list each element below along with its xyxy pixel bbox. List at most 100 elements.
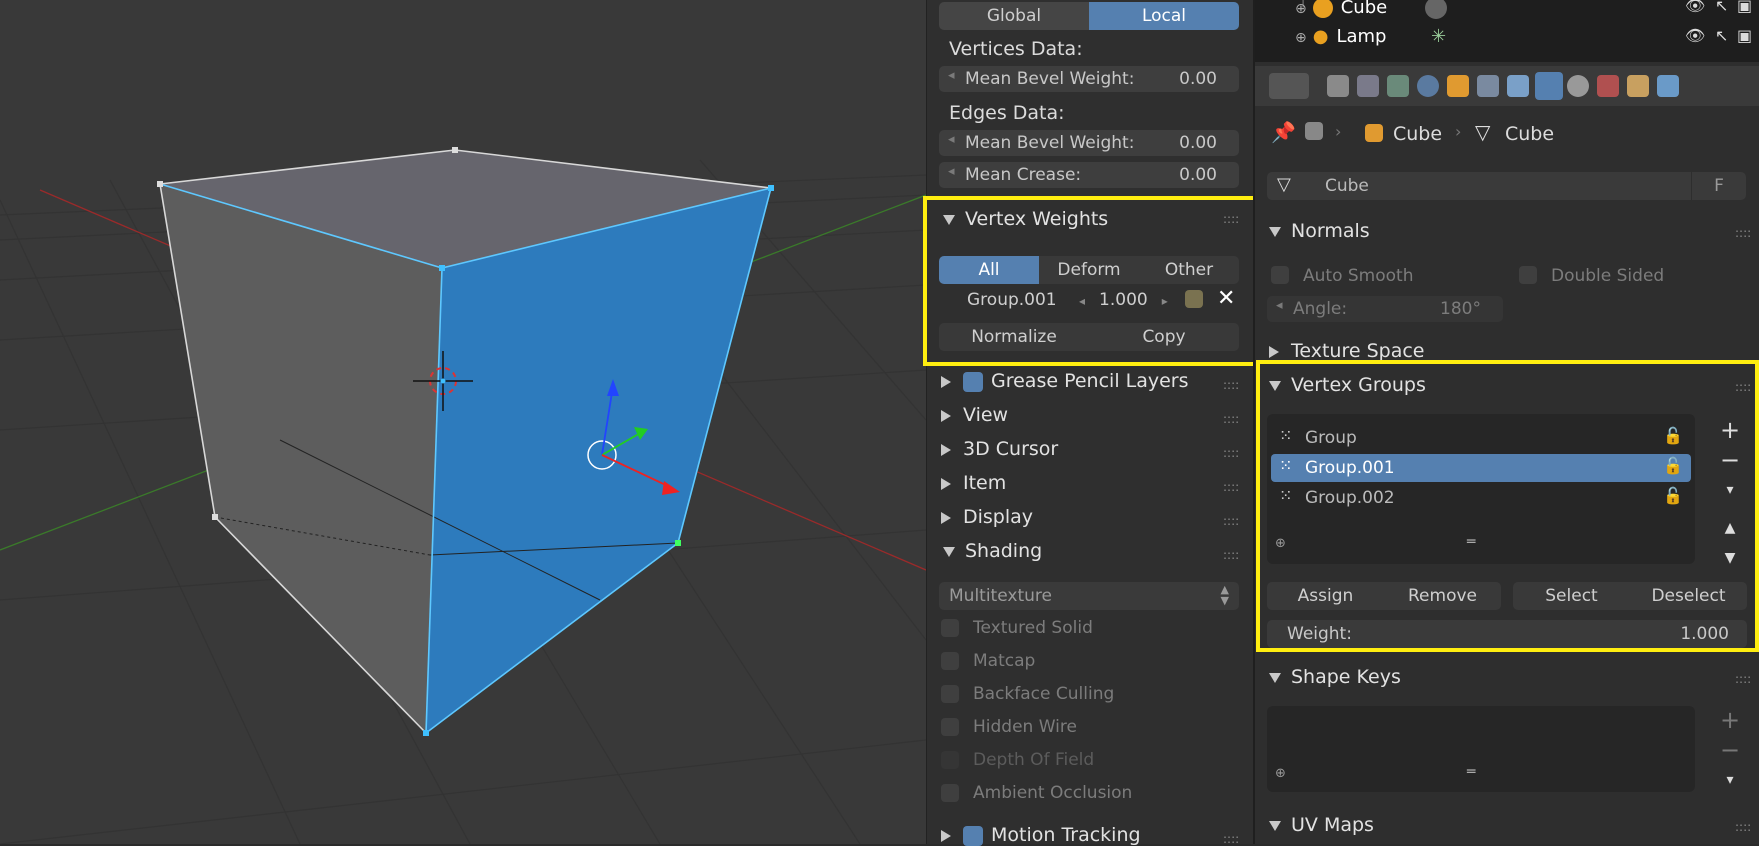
world-tab-icon[interactable] [1417,75,1439,97]
drag-handle-icon[interactable]: :::: [1735,820,1751,834]
outliner-item-label: Cube [1340,0,1388,18]
panel-title: Shape Keys [1291,666,1401,688]
double-sided-checkbox[interactable] [1519,266,1537,284]
list-filter-icon[interactable]: ⊕ [1275,766,1286,781]
texture-tab-icon[interactable] [1597,75,1619,97]
field-value: 0.00 [1179,133,1217,153]
drag-handle-icon[interactable]: :::: [1223,548,1239,562]
viewport-scene[interactable] [0,0,926,844]
mesh-data-tab-icon[interactable] [1535,72,1563,100]
material-tab-icon[interactable] [1567,75,1589,97]
hidden-wire-checkbox[interactable] [941,718,959,736]
field-label: Mean Bevel Weight: [965,133,1135,153]
datablock-name: Cube [1325,176,1369,196]
drag-handle-icon[interactable]: :::: [1223,514,1239,528]
add-shape-key-button[interactable]: + [1715,706,1745,734]
select-cursor-icon[interactable]: ↖ [1715,0,1728,15]
panel-title: Display [963,506,1034,528]
render-camera-icon[interactable]: ▣ [1737,26,1752,45]
editor-type-menu-icon[interactable] [1269,73,1309,99]
motion-tracking-checkbox[interactable] [963,825,983,846]
fake-user-button[interactable]: F [1692,172,1746,200]
3d-cursor-panel-header[interactable]: 3D Cursor [941,438,1058,460]
depth-of-field-checkbox[interactable] [941,751,959,769]
collapsed-triangle-icon [941,375,951,388]
collapsed-triangle-icon [941,829,951,842]
item-panel-header[interactable]: Item [941,472,1006,494]
orientation-global-tab[interactable]: Global [939,2,1089,30]
breadcrumb-mesh: Cube [1505,123,1555,145]
visibility-eye-icon[interactable]: 👁 [1685,0,1705,15]
edge-mean-crease-field[interactable]: ◂ Mean Crease: 0.00 [939,162,1239,188]
scene-context-icon [1305,122,1323,140]
visibility-eye-icon[interactable]: 👁 [1685,26,1705,45]
dropdown-arrows-icon: ▲ ▼ [1220,583,1229,607]
drag-handle-icon[interactable]: :::: [1735,226,1751,240]
shading-mode-dropdown[interactable]: Multitexture ▲ ▼ [939,582,1239,610]
particles-tab-icon[interactable] [1627,75,1649,97]
list-resize-grip-icon[interactable]: ═ [1467,764,1475,780]
mesh-data-icon[interactable] [1425,0,1447,19]
shape-key-list[interactable]: ⊕ ═ [1267,706,1695,792]
expand-triangle-icon [943,546,955,557]
edge-mean-bevel-weight-field[interactable]: ◂ Mean Bevel Weight: 0.00 [939,130,1239,156]
edges-data-label: Edges Data: [949,102,1065,124]
auto-smooth-angle-field[interactable]: ◂ Angle: 180° [1267,296,1503,322]
shape-keys-panel-header[interactable]: Shape Keys [1269,666,1401,688]
backface-culling-checkbox[interactable] [941,685,959,703]
object-context-icon [1365,124,1383,142]
select-cursor-icon[interactable]: ↖ [1715,26,1728,45]
textured-solid-checkbox[interactable] [941,619,959,637]
matcap-label: Matcap [973,651,1036,671]
lamp-data-icon[interactable]: ✳ [1431,26,1446,47]
remove-shape-key-button[interactable]: − [1715,736,1745,764]
scene-tab-icon[interactable] [1387,75,1409,97]
outliner-item-cube[interactable]: ⊕ Cube [1295,0,1387,18]
vertex-mean-bevel-weight-field[interactable]: ◂ Mean Bevel Weight: 0.00 [939,66,1239,92]
grease-pencil-layers-panel-header[interactable]: Grease Pencil Layers [941,370,1189,392]
collapsed-triangle-icon [941,477,951,490]
motion-tracking-panel-header[interactable]: Motion Tracking [941,824,1141,846]
render-layers-tab-icon[interactable] [1357,75,1379,97]
field-value: 0.00 [1179,165,1217,185]
vertex-weights-highlight [923,196,1258,366]
render-camera-icon[interactable]: ▣ [1737,0,1752,15]
drag-handle-icon[interactable]: :::: [1735,672,1751,686]
drag-handle-icon[interactable]: :::: [1223,480,1239,494]
cube-left-face [160,184,442,733]
auto-smooth-checkbox[interactable] [1271,266,1289,284]
properties-header [1255,66,1759,106]
panel-title: Normals [1291,220,1370,242]
lamp-icon: ● [1312,26,1329,47]
constraints-tab-icon[interactable] [1477,75,1499,97]
view-panel-header[interactable]: View [941,404,1008,426]
physics-tab-icon[interactable] [1657,75,1679,97]
render-tab-icon[interactable] [1327,75,1349,97]
modifiers-tab-icon[interactable] [1507,75,1529,97]
outliner-item-lamp[interactable]: ⊕ ● Lamp [1295,26,1386,47]
ambient-occlusion-checkbox[interactable] [941,784,959,802]
breadcrumb-object: Cube [1393,123,1443,145]
display-panel-header[interactable]: Display [941,506,1033,528]
uv-maps-panel-header[interactable]: UV Maps [1269,814,1374,836]
orientation-local-tab[interactable]: Local [1089,2,1239,30]
shading-panel-header[interactable]: Shading [943,540,1042,562]
vertex-groups-highlight [1256,360,1759,652]
drag-handle-icon[interactable]: :::: [1223,378,1239,392]
matcap-checkbox[interactable] [941,652,959,670]
pin-icon[interactable]: 📌 [1271,120,1296,144]
texture-space-panel-header[interactable]: Texture Space [1269,340,1425,362]
breadcrumb-separator: › [1455,122,1462,141]
drag-handle-icon[interactable]: :::: [1223,446,1239,460]
expand-plus-icon: ⊕ [1295,30,1307,46]
shape-key-specials-menu-icon[interactable]: ▾ [1715,766,1745,794]
drag-handle-icon[interactable]: :::: [1223,412,1239,426]
decrement-arrow-icon: ◂ [948,164,955,179]
dropdown-value: Multitexture [949,586,1052,606]
object-tab-icon[interactable] [1447,75,1469,97]
mesh-datablock-field[interactable]: ▽ Cube [1267,172,1691,200]
outliner: │ ⊕ Cube ⊕ ● Lamp ✳ 👁 ↖ ▣ 👁 ↖ ▣ [1255,0,1759,62]
grease-pencil-checkbox[interactable] [963,371,983,392]
3d-viewport[interactable] [0,0,926,844]
normals-panel-header[interactable]: Normals [1269,220,1370,242]
